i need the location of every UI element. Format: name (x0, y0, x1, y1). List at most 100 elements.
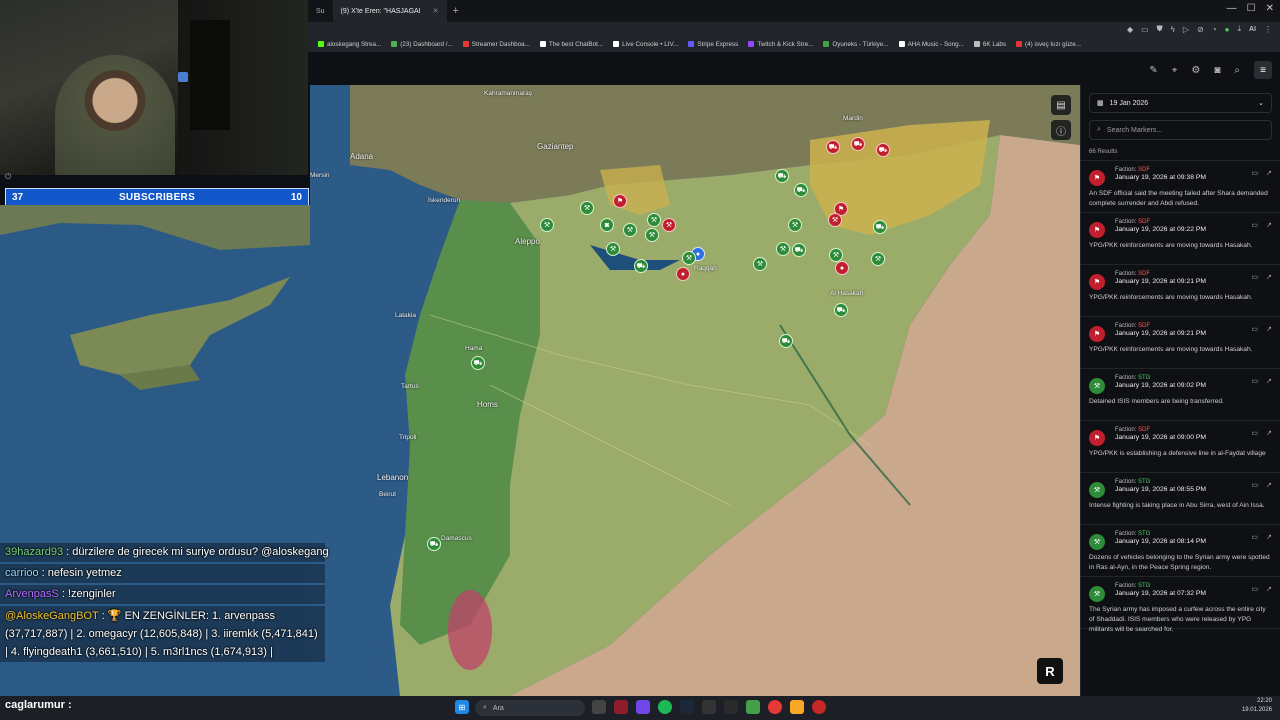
new-tab-button[interactable]: + (447, 5, 465, 17)
external-link-icon[interactable]: ↗ (1266, 533, 1272, 541)
pin-icon[interactable]: ◆ (1127, 25, 1133, 34)
play-icon[interactable]: ▷ (1183, 25, 1189, 34)
external-link-icon[interactable]: ↗ (1266, 429, 1272, 437)
stg-marker[interactable]: ⚒ (682, 251, 696, 265)
folder-icon[interactable] (790, 700, 804, 714)
bookmark-item[interactable]: The best ChatBot... (539, 41, 603, 48)
app-icon[interactable] (812, 700, 826, 714)
stg-marker[interactable]: ⛟ (779, 334, 793, 348)
stg-marker[interactable]: ⛟ (792, 243, 806, 257)
stg-marker[interactable]: ⚒ (776, 242, 790, 256)
bookmark-item[interactable]: AHA Music - Song... (898, 41, 964, 48)
camera-icon[interactable]: ◙ (1214, 65, 1220, 76)
video-icon[interactable]: ▭ (1252, 221, 1259, 229)
stg-marker[interactable]: ⚒ (623, 223, 637, 237)
external-link-icon[interactable]: ↗ (1266, 169, 1272, 177)
discord-icon[interactable] (636, 700, 650, 714)
stg-marker[interactable]: ⚒ (580, 201, 594, 215)
bookmark-item[interactable]: Oyuneks - Türkiye... (823, 41, 889, 48)
stg-marker[interactable]: ⛟ (471, 356, 485, 370)
stg-marker[interactable]: ⚒ (606, 242, 620, 256)
chat-username[interactable]: 39hazard93 (5, 546, 63, 558)
map-info-button[interactable]: ⓘ (1051, 120, 1071, 140)
sdf-marker[interactable]: ⛟ (826, 140, 840, 154)
spotify-icon[interactable] (658, 700, 672, 714)
link-icon[interactable]: ⊘ (1197, 25, 1204, 34)
marker-entry[interactable]: ⚒ Faction: STG January 19, 2026 at 08:55 P… (1081, 473, 1280, 525)
bookmark-item[interactable]: Twitch & Kick Stre... (748, 41, 813, 48)
sdf-marker[interactable]: ● (835, 261, 849, 275)
marker-entry[interactable]: ⚑ Faction: SDF January 19, 2026 at 09:21 P… (1081, 265, 1280, 317)
bookmark-item[interactable]: aloskegang Strea... (318, 41, 381, 48)
stg-marker[interactable]: ⛟ (427, 537, 441, 551)
marker-entry[interactable]: ⚑ Faction: SDF January 19, 2026 at 09:38 P… (1081, 161, 1280, 213)
video-icon[interactable]: ▭ (1252, 377, 1259, 385)
settings-gear-icon[interactable]: ⚙ (1191, 65, 1200, 76)
sdf-marker[interactable]: ● (676, 267, 690, 281)
chat-username[interactable]: carrioo (5, 567, 39, 579)
bookmark-item[interactable]: Stripe Express (688, 41, 738, 48)
ai-button[interactable]: AI (1249, 26, 1256, 33)
video-icon[interactable]: ▭ (1252, 429, 1259, 437)
steam-icon[interactable] (680, 700, 694, 714)
stg-marker[interactable]: ⚒ (645, 228, 659, 242)
close-tab-icon[interactable]: ✕ (433, 7, 439, 15)
sdf-marker[interactable]: ⚑ (613, 194, 627, 208)
marker-entry[interactable]: ⚒ Faction: STG January 19, 2026 at 08:14 P… (1081, 525, 1280, 577)
power-icon[interactable]: ⏻ (5, 172, 12, 182)
map-canvas[interactable]: Kahramanmaraş Adana Mersin Gaziantep İsk… (310, 85, 1080, 696)
chat-icon[interactable]: ◔ (1212, 25, 1217, 34)
marker-entry[interactable]: ⚑ Faction: SDF January 19, 2026 at 09:22 P… (1081, 213, 1280, 265)
bookmark-item[interactable]: Live Console • LIV... (613, 41, 678, 48)
stg-marker[interactable]: ⚒ (647, 213, 661, 227)
shield-icon[interactable]: ⛊ (1157, 24, 1163, 34)
stg-marker[interactable]: ⚒ (753, 257, 767, 271)
bookmark-item[interactable]: 6K Labs (973, 41, 1006, 48)
video-icon[interactable]: ▭ (1252, 273, 1259, 281)
tab-1[interactable]: Su (308, 0, 333, 22)
external-link-icon[interactable]: ↗ (1266, 585, 1272, 593)
app-icon[interactable] (614, 700, 628, 714)
stg-marker[interactable]: ⚒ (829, 248, 843, 262)
maximize-button[interactable]: ☐ (1247, 3, 1256, 14)
video-icon[interactable]: ▭ (1252, 325, 1259, 333)
tab-2[interactable]: (9) X'te Eren: "HASJAGAI ✕ (332, 0, 447, 22)
app-icon[interactable] (702, 700, 716, 714)
hamburger-menu-icon[interactable]: ≡ (1254, 61, 1272, 79)
task-view-icon[interactable] (592, 700, 606, 714)
system-clock[interactable]: 22:20 19.01.2026 (1242, 697, 1272, 715)
stg-marker[interactable]: ⚒ (871, 252, 885, 266)
external-link-icon[interactable]: ↗ (1266, 273, 1272, 281)
sdf-marker[interactable]: ⚒ (828, 213, 842, 227)
app-icon[interactable] (724, 700, 738, 714)
video-icon[interactable]: ▭ (1252, 481, 1259, 489)
stg-marker[interactable]: ⚒ (788, 218, 802, 232)
chat-username[interactable]: @AloskeGangBOT (5, 610, 99, 622)
marker-entry[interactable]: ⚒ Faction: STG January 19, 2026 at 07:32 P… (1081, 577, 1280, 633)
stg-marker[interactable]: ⚒ (540, 218, 554, 232)
location-pin-icon[interactable]: ⌖ (1172, 65, 1178, 76)
menu-dots-icon[interactable]: ⋮ (1264, 25, 1272, 34)
video-icon[interactable]: ▭ (1252, 533, 1259, 541)
marker-search-field[interactable]: ⌕ Search Markers... (1089, 120, 1272, 140)
external-link-icon[interactable]: ↗ (1266, 325, 1272, 333)
stg-marker[interactable]: ⛟ (834, 303, 848, 317)
stg-marker[interactable]: ⛟ (873, 220, 887, 234)
stg-marker[interactable]: ⛟ (775, 169, 789, 183)
external-link-icon[interactable]: ↗ (1266, 221, 1272, 229)
video-icon[interactable]: ▭ (1252, 169, 1259, 177)
bookmark-item[interactable]: (23) Dashboard /... (391, 41, 453, 48)
taskbar-search[interactable]: ⌕ Ara (475, 700, 585, 716)
download-icon[interactable]: ⤓ (1237, 24, 1241, 34)
date-picker[interactable]: ▦ 19 Jan 2026 ⌄ (1089, 93, 1272, 113)
sdf-marker[interactable]: ⚒ (662, 218, 676, 232)
external-link-icon[interactable]: ↗ (1266, 377, 1272, 385)
windows-start-icon[interactable]: ⊞ (455, 700, 469, 714)
bookmark-item[interactable]: Streamer Dashboa... (462, 41, 530, 48)
video-icon[interactable]: ▭ (1252, 585, 1259, 593)
sdf-marker[interactable]: ⛟ (876, 143, 890, 157)
profile-icon[interactable]: ● (1225, 25, 1230, 34)
marker-entry[interactable]: ⚒ Faction: STG January 19, 2026 at 09:02 P… (1081, 369, 1280, 421)
brand-logo[interactable]: R (1037, 658, 1063, 684)
app-icon[interactable] (746, 700, 760, 714)
